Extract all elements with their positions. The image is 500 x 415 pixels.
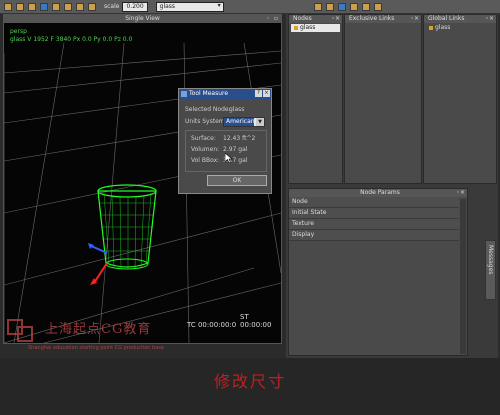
view-icon[interactable] <box>337 2 346 11</box>
global-links-title: Global Links <box>428 15 465 22</box>
node-params-header: Node Params ◦× <box>289 189 467 197</box>
watermark-english: Shanghai education starting point CG pro… <box>28 345 164 351</box>
watermark-chinese: 上海起点CG教育 <box>45 322 152 337</box>
param-row-display[interactable]: Display <box>289 230 459 241</box>
glass-wireframe[interactable] <box>97 184 157 270</box>
selected-node-label: Selected Node: <box>185 106 231 113</box>
node-params-panel: Node Params ◦× Node Initial State Textur… <box>288 188 468 356</box>
units-system-select[interactable]: American ▼ <box>223 117 265 127</box>
measure-tool-icon[interactable] <box>88 2 96 11</box>
dialog-title-bar: Tool Measure ? × <box>179 89 271 99</box>
watermark-logo <box>7 319 33 342</box>
global-links-header: Global Links ◦× <box>424 15 496 23</box>
exclusive-links-close-icon[interactable]: ◦× <box>410 15 419 23</box>
link-icon[interactable] <box>313 2 322 11</box>
units-system-value: American <box>224 118 255 126</box>
ok-button[interactable]: OK <box>207 175 267 186</box>
select-tool-icon[interactable] <box>40 2 48 11</box>
messages-tab[interactable]: Messages <box>485 240 496 300</box>
scale-input[interactable]: 0.200 <box>122 1 148 12</box>
move-tool-icon[interactable] <box>52 2 60 11</box>
vol-bbox-label: Vol BBox: <box>191 157 220 164</box>
save-icon[interactable] <box>28 2 36 11</box>
timecode-st: ST 00:00:00 <box>240 313 272 329</box>
exclusive-links-title: Exclusive Links <box>349 15 395 22</box>
selected-node-value: glass <box>229 106 245 113</box>
surface-value: 12.43 ft^2 <box>223 135 256 142</box>
messages-tab-label: Messages <box>487 245 494 275</box>
volumen-value: 2.97 gal <box>223 146 248 153</box>
node-params-scrollbar[interactable] <box>460 199 466 354</box>
settings-icon[interactable] <box>373 2 382 11</box>
node-list-item[interactable]: glass <box>291 24 340 32</box>
surface-label: Surface: <box>191 135 216 142</box>
viewport-title-bar: Single View ◦ ▫ <box>4 15 281 23</box>
caption-text: 修改尺寸 <box>213 372 286 391</box>
nodes-panel-close-icon[interactable]: ◦× <box>331 15 340 23</box>
volumen-label: Volumen: <box>191 146 220 153</box>
viewport-title: Single View <box>125 15 160 22</box>
global-link-item[interactable]: glass <box>426 24 494 32</box>
node-type-icon <box>429 25 433 30</box>
node-list-item-label: glass <box>300 24 316 31</box>
help-icon[interactable]: ? <box>255 90 262 97</box>
nodes-panel-header: Nodes ◦× <box>289 15 342 23</box>
dialog-title: Tool Measure <box>189 90 229 97</box>
unlink-icon[interactable] <box>325 2 334 11</box>
new-file-icon[interactable] <box>4 2 12 11</box>
tool-measure-dialog: Tool Measure ? × Selected Node: glass Un… <box>178 88 272 194</box>
scale-tool-icon[interactable] <box>76 2 84 11</box>
light-icon[interactable] <box>361 2 370 11</box>
open-file-icon[interactable] <box>16 2 24 11</box>
right-panels-area: Nodes ◦× glass Exclusive Links ◦× Global… <box>286 14 498 358</box>
node-select[interactable]: glass <box>155 1 224 12</box>
nodes-panel-title: Nodes <box>293 15 312 22</box>
node-type-icon <box>294 25 298 30</box>
global-link-item-label: glass <box>435 24 451 31</box>
nodes-panel: Nodes ◦× glass <box>288 14 343 184</box>
global-links-panel: Global Links ◦× glass <box>423 14 497 184</box>
exclusive-links-panel: Exclusive Links ◦× <box>344 14 422 184</box>
node-params-title: Node Params <box>360 189 400 196</box>
chevron-down-icon: ▼ <box>256 118 264 126</box>
param-row-node[interactable]: Node <box>289 197 459 208</box>
node-params-close-icon[interactable]: ◦× <box>456 189 465 197</box>
rotate-tool-icon[interactable] <box>64 2 72 11</box>
top-toolbar: scale 0.200 glass <box>0 0 500 14</box>
close-icon[interactable]: × <box>263 90 270 97</box>
units-system-label: Units System: <box>185 118 227 125</box>
param-row-initial-state[interactable]: Initial State <box>289 208 459 219</box>
scale-label: scale <box>104 3 120 10</box>
exclusive-links-header: Exclusive Links ◦× <box>345 15 421 23</box>
param-row-texture[interactable]: Texture <box>289 219 459 230</box>
viewport-window-controls[interactable]: ◦ ▫ <box>266 15 279 23</box>
global-links-close-icon[interactable]: ◦× <box>485 15 494 23</box>
mouse-cursor-icon <box>225 153 233 163</box>
timecode-tc: TC 00:00:00:0 <box>187 321 237 329</box>
render-icon[interactable] <box>349 2 358 11</box>
dialog-app-icon <box>181 91 187 97</box>
